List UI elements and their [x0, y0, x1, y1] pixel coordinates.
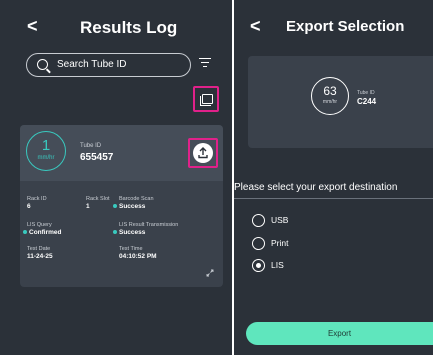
card-header: 1 mm/hr Tube ID 655457 — [20, 125, 223, 181]
radio-button[interactable] — [252, 214, 265, 227]
result-card[interactable]: 1 mm/hr Tube ID 655457 Rack ID 6 Rack Sl… — [20, 125, 223, 287]
export-button[interactable]: Export — [246, 322, 433, 345]
test-date-label: Test Date — [27, 246, 51, 252]
rate-gauge: 63 mm/hr — [311, 77, 349, 115]
status-dot — [113, 204, 117, 209]
radio-button[interactable] — [252, 237, 265, 250]
export-prompt: Please select your export destination — [234, 182, 398, 193]
test-time-label: Test Time — [119, 246, 143, 252]
page-title: Export Selection — [286, 18, 405, 35]
back-chevron-icon[interactable]: < — [250, 17, 261, 35]
rate-value: 63 — [323, 84, 337, 98]
status-dot — [113, 230, 117, 235]
tube-id-value: 655457 — [80, 152, 114, 163]
lis-result-status: Success — [113, 229, 145, 236]
rack-slot-value: 1 — [86, 203, 90, 210]
tube-id-value: C244 — [357, 97, 377, 106]
page-title: Results Log — [80, 18, 178, 37]
filter-icon[interactable] — [199, 58, 211, 70]
barcode-scan-status: Success — [113, 203, 145, 210]
upload-icon — [198, 147, 208, 159]
upload-button[interactable] — [188, 138, 218, 168]
rate-unit: mm/hr — [322, 99, 338, 105]
rate-unit: mm/hr — [37, 155, 55, 161]
radio-button-selected[interactable] — [252, 259, 265, 272]
export-selection-screen: < Export Selection 63 mm/hr Tube ID C244… — [234, 0, 433, 355]
status-dot — [23, 230, 27, 235]
option-label: USB — [271, 215, 289, 225]
gallery-icon[interactable] — [193, 86, 219, 112]
option-label: LIS — [271, 260, 284, 270]
lis-query-label: LIS Query — [27, 222, 52, 228]
tube-id-label: Tube ID — [80, 143, 102, 149]
rack-slot-label: Rack Slot — [86, 196, 110, 202]
barcode-scan-label: Barcode Scan — [119, 196, 154, 202]
rack-id-value: 6 — [27, 203, 31, 210]
lis-query-status: Confirmed — [23, 229, 62, 236]
test-date-value: 11-24-25 — [27, 253, 53, 260]
search-icon — [37, 59, 48, 70]
tube-id-label: Tube ID — [357, 90, 375, 96]
search-placeholder: Search Tube ID — [57, 59, 127, 70]
expand-icon[interactable] — [206, 269, 214, 277]
rack-id-label: Rack ID — [27, 196, 47, 202]
search-input[interactable]: Search Tube ID — [26, 53, 191, 77]
results-log-screen: < Results Log Search Tube ID 1 mm/hr Tub… — [0, 0, 232, 355]
rate-value: 1 — [41, 137, 51, 154]
rate-gauge: 1 mm/hr — [26, 131, 66, 171]
option-label: Print — [271, 238, 289, 248]
sample-info-card: 63 mm/hr Tube ID C244 — [248, 56, 433, 148]
test-time-value: 04:10:52 PM — [119, 253, 157, 260]
back-chevron-icon[interactable]: < — [27, 17, 38, 35]
lis-result-label: LIS Result Transmission — [119, 222, 179, 228]
divider — [234, 198, 433, 199]
